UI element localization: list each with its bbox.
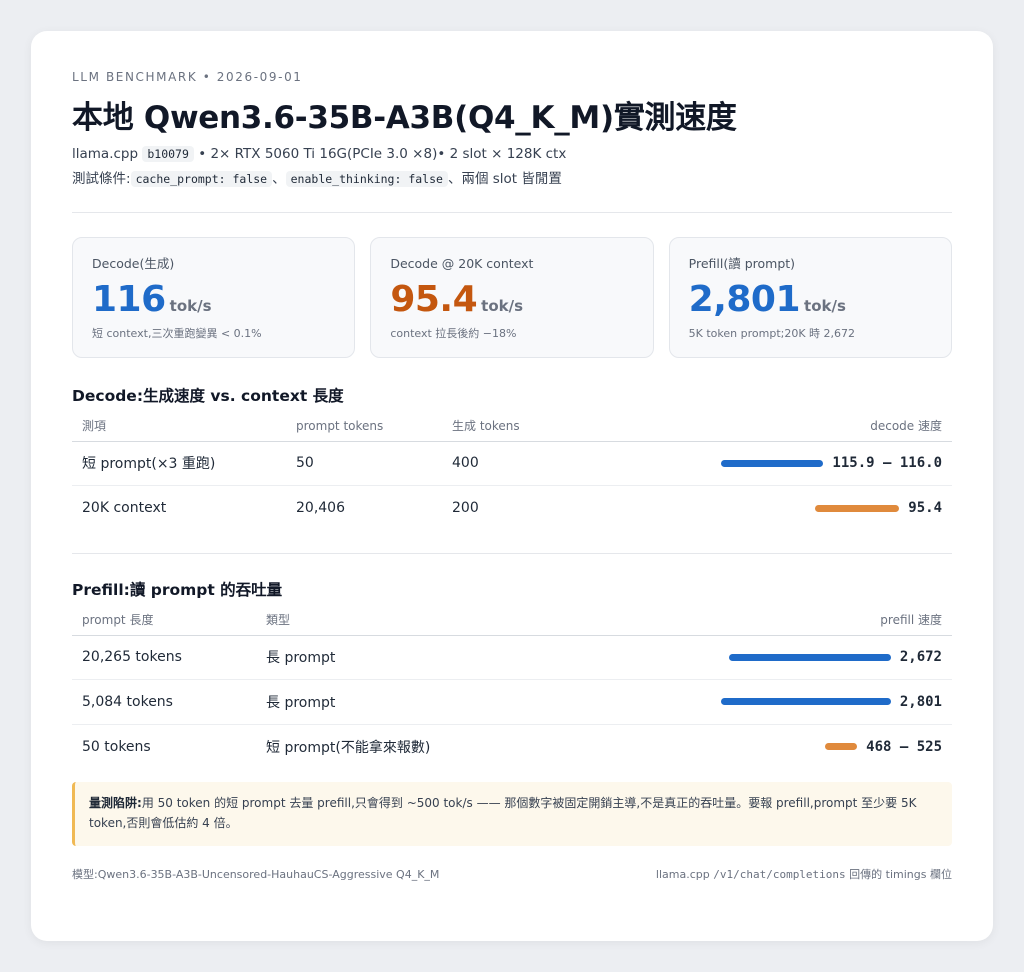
speed-value: 2,672 — [899, 649, 942, 666]
column-header: 生成 tokens — [442, 411, 592, 442]
hardware-line: llama.cpp b10079 • 2× RTX 5060 Ti 16G(PC… — [72, 142, 952, 166]
callout-label: 量測陷阱: — [89, 795, 142, 810]
speed-bar — [720, 698, 891, 706]
stat-label: Decode @ 20K context — [390, 256, 534, 271]
table-row: 20,265 tokens 長 prompt 2,672 — [72, 635, 952, 680]
prompt-type: 短 prompt(不能拿來報數) — [266, 739, 431, 756]
table-row: 20K context 20,406 200 95.4 — [72, 486, 952, 531]
stat-card-decode-20k: Decode @ 20K context 95.4 tok/s context … — [370, 237, 654, 358]
cache-prompt-code: cache_prompt: false — [130, 171, 273, 187]
stat-value: 95.4 — [390, 279, 478, 320]
stat-label: Decode(生成) — [92, 256, 175, 271]
callout-text: 用 50 token 的短 prompt 去量 prefill,只會得到 ~50… — [89, 795, 917, 830]
speed-bar — [728, 653, 891, 661]
prompt-length: 20,265 tokens — [72, 635, 256, 680]
stat-note: context 拉長後約 −18% — [390, 327, 517, 340]
engine-name: llama.cpp — [72, 146, 139, 162]
stat-note: 5K token prompt;20K 時 2,672 — [688, 327, 856, 340]
stat-unit: tok/s — [804, 297, 846, 315]
table-row: 50 tokens 短 prompt(不能拿來報數) 468 – 525 — [72, 724, 952, 769]
decode-section-title: Decode:生成速度 vs. context 長度 — [72, 387, 344, 405]
test-name: 20K context — [82, 500, 167, 516]
model-name: 模型:Qwen3.6-35B-A3B-Uncensored-HauhauCS-A… — [72, 867, 440, 881]
source-suffix: 回傳的 timings 欄位 — [849, 867, 952, 881]
table-row: 短 prompt(×3 重跑) 50 400 115.9 – 116.0 — [72, 441, 952, 486]
source-engine: llama.cpp — [655, 867, 710, 881]
speed-bar — [721, 459, 824, 467]
stat-card-decode: Decode(生成) 116 tok/s 短 context,三次重跑變異 < … — [72, 237, 356, 358]
table-row: 5,084 tokens 長 prompt 2,801 — [72, 679, 952, 725]
gen-tokens: 200 — [452, 500, 479, 516]
stat-value: 2,801 — [688, 279, 801, 320]
column-header: prompt 長度 — [72, 605, 256, 636]
speed-value: 115.9 – 116.0 — [832, 455, 942, 472]
prefill-section-title: Prefill:讀 prompt 的吞吐量 — [72, 581, 283, 599]
conditions-suffix: 、兩個 slot 皆閒置 — [447, 171, 562, 187]
gen-tokens: 400 — [442, 441, 592, 486]
prompt-length: 5,084 tokens — [72, 679, 256, 725]
column-header: decode 速度 — [592, 411, 952, 442]
build-tag: b10079 — [142, 146, 194, 162]
column-header: prompt tokens — [286, 411, 442, 442]
conditions-line: 測試條件: cache_prompt: false、 enable_thinking… — [72, 167, 952, 191]
decode-table: 測項 prompt tokens 生成 tokens decode 速度 短 p… — [72, 411, 952, 530]
column-header: prefill 速度 — [476, 605, 952, 636]
conditions-label: 測試條件: — [72, 171, 131, 187]
stat-value: 116 — [92, 279, 166, 320]
prefill-table: prompt 長度 類型 prefill 速度 20,265 tokens 長 … — [72, 605, 952, 769]
stat-unit: tok/s — [169, 297, 212, 315]
speed-value: 2,801 — [899, 693, 942, 710]
hardware-spec: • 2× RTX 5060 Ti 16G(PCIe 3.0 ×8)• 2 slo… — [198, 146, 567, 162]
prompt-length: 50 tokens — [82, 738, 151, 755]
column-header: 類型 — [256, 605, 476, 636]
stat-cards: Decode(生成) 116 tok/s 短 context,三次重跑變異 < … — [72, 237, 952, 358]
divider — [72, 553, 952, 554]
speed-value: 95.4 — [908, 500, 942, 516]
test-name: 短 prompt(×3 重跑) — [72, 441, 286, 486]
endpoint-path: /v1/chat/completions — [713, 867, 846, 881]
source-note: llama.cpp /v1/chat/completions 回傳的 timin… — [656, 867, 952, 883]
column-header: 測項 — [72, 411, 286, 442]
stat-card-prefill: Prefill(讀 prompt) 2,801 tok/s 5K token p… — [668, 237, 952, 358]
footer: 模型:Qwen3.6-35B-A3B-Uncensored-HauhauCS-A… — [72, 867, 952, 883]
speed-value: 468 – 525 — [866, 738, 942, 755]
enable-thinking-code: enable_thinking: false — [285, 171, 448, 187]
speed-bar — [825, 743, 858, 750]
report-card: LLM BENCHMARK • 2026-09-01 本地 Qwen3.6-35… — [31, 31, 993, 941]
eyebrow: LLM BENCHMARK • 2026-09-01 — [72, 70, 303, 84]
speed-bar — [815, 504, 900, 512]
prompt-type: 長 prompt — [256, 679, 476, 725]
stat-label: Prefill(讀 prompt) — [688, 256, 796, 271]
divider — [72, 212, 952, 213]
conditions-separator: 、 — [272, 171, 286, 187]
page-title: 本地 Qwen3.6-35B-A3B(Q4_K_M)實測速度 — [72, 100, 737, 136]
stat-unit: tok/s — [481, 297, 524, 315]
prompt-type: 長 prompt — [256, 635, 476, 680]
prompt-tokens: 50 — [286, 441, 442, 486]
stat-note: 短 context,三次重跑變異 < 0.1% — [92, 327, 262, 340]
warning-callout: 量測陷阱:用 50 token 的短 prompt 去量 prefill,只會得… — [72, 781, 952, 846]
prompt-tokens: 20,406 — [296, 500, 345, 516]
